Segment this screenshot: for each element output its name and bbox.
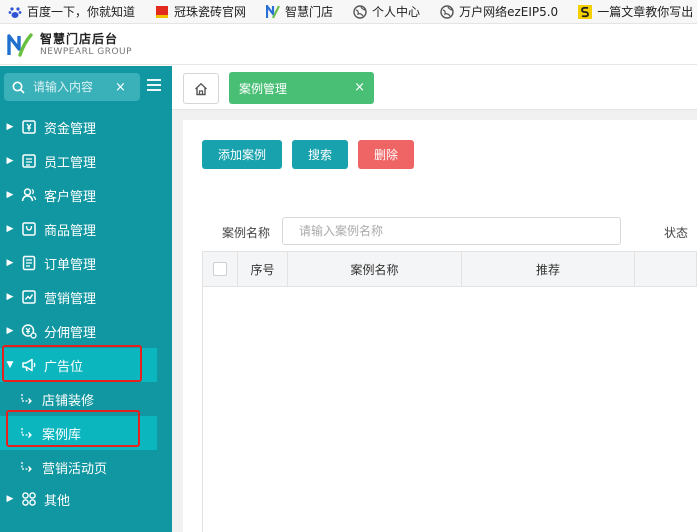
wallet-icon xyxy=(22,120,36,134)
sidebar-subitem-case-library[interactable]: 案例库 xyxy=(0,416,157,450)
home-icon xyxy=(195,82,207,95)
column-header-empty xyxy=(635,252,696,286)
globe-icon xyxy=(440,4,454,19)
bag-icon xyxy=(22,222,36,236)
column-header-index[interactable]: 序号 xyxy=(238,252,288,286)
table-header: 序号 案例名称 推荐 xyxy=(202,251,697,287)
chevron-right-icon: ▶ xyxy=(6,326,14,336)
n-logo-icon xyxy=(266,4,281,18)
sidebar-item-label: 广告位 xyxy=(44,359,84,375)
sidebar-item-funds[interactable]: ▶ 资金管理 xyxy=(0,110,172,144)
search-icon xyxy=(12,81,25,94)
table-body xyxy=(202,287,697,532)
sidebar-item-label: 订单管理 xyxy=(44,257,97,273)
megaphone-icon xyxy=(22,358,36,372)
case-name-label: 案例名称 xyxy=(222,226,271,240)
bookmark-personal-center[interactable]: 个人中心 xyxy=(345,3,420,20)
globe-icon xyxy=(353,4,367,19)
select-all-checkbox[interactable] xyxy=(213,262,227,276)
sidebar-search: × xyxy=(4,73,140,101)
column-header-case-name[interactable]: 案例名称 xyxy=(288,252,462,286)
search-button[interactable]: 搜索 xyxy=(292,140,348,169)
sidebar-item-orders[interactable]: ▶ 订单管理 xyxy=(0,246,172,280)
app-header: 智慧门店后台 NEWPEARL GROUP xyxy=(0,25,697,65)
sidebar-subitem-label: 案例库 xyxy=(42,427,82,443)
case-name-input[interactable] xyxy=(282,217,621,245)
sidebar: × ▶ 资金管理 ▶ 员工管理 ▶ 客户管理 ▶ 商品管理 xyxy=(0,66,172,532)
sidebar-subitem-store-decor[interactable]: 店铺装修 xyxy=(0,382,172,416)
bookmark-guanzhu[interactable]: 冠珠瓷砖官网 xyxy=(147,3,246,20)
status-label: 状态 xyxy=(664,226,689,240)
sidebar-item-label: 营销管理 xyxy=(44,291,97,307)
tab-label: 案例管理 xyxy=(239,81,288,96)
sidebar-item-label: 员工管理 xyxy=(44,155,97,171)
sub-arrow-icon xyxy=(21,428,32,438)
sidebar-item-label: 商品管理 xyxy=(44,223,97,239)
brand-title: 智慧门店后台 xyxy=(40,31,119,46)
sidebar-item-label: 客户管理 xyxy=(44,189,97,205)
search-clear-icon[interactable]: × xyxy=(115,80,126,95)
commission-icon xyxy=(21,324,37,339)
sidebar-subitem-marketing-page[interactable]: 营销活动页 xyxy=(0,450,172,484)
tab-close-icon[interactable]: × xyxy=(354,80,365,95)
chevron-right-icon: ▶ xyxy=(6,494,14,504)
column-header-recommend[interactable]: 推荐 xyxy=(462,252,635,286)
bookmark-article[interactable]: 一篇文章教你写出 xyxy=(570,3,693,20)
customers-icon xyxy=(21,188,37,202)
newpearl-logo-icon xyxy=(7,32,33,57)
sidebar-item-marketing[interactable]: ▶ 营销管理 xyxy=(0,280,172,314)
sidebar-item-products[interactable]: ▶ 商品管理 xyxy=(0,212,172,246)
sidebar-item-label: 分佣管理 xyxy=(44,325,97,341)
bookmarks-bar: 百度一下，你就知道 冠珠瓷砖官网 智慧门店 个人中心 万户网络ezEIP5.0 xyxy=(0,0,697,24)
chart-icon xyxy=(22,290,36,304)
brand: 智慧门店后台 NEWPEARL GROUP xyxy=(40,33,132,57)
tab-bar: 案例管理 × xyxy=(172,66,697,110)
chevron-right-icon: ▶ xyxy=(6,156,14,166)
sidebar-item-label: 其他 xyxy=(44,493,71,509)
content-panel: 添加案例 搜索 删除 案例名称 状态 序号 案例名称 推荐 xyxy=(183,120,697,532)
sidebar-item-label: 资金管理 xyxy=(44,121,97,137)
main-area: 案例管理 × 添加案例 搜索 删除 案例名称 状态 序号 案例名称 推荐 xyxy=(172,66,697,532)
sub-arrow-icon xyxy=(21,462,32,472)
select-all-cell xyxy=(203,252,238,286)
chevron-right-icon: ▶ xyxy=(6,258,14,268)
chevron-right-icon: ▶ xyxy=(6,224,14,234)
bookmark-baidu[interactable]: 百度一下，你就知道 xyxy=(0,3,135,20)
grid-icon xyxy=(22,492,36,506)
s-logo-icon xyxy=(578,4,593,19)
employee-icon xyxy=(22,154,36,168)
chevron-right-icon: ▶ xyxy=(6,122,14,132)
chevron-right-icon: ▶ xyxy=(6,292,14,302)
sub-arrow-icon xyxy=(21,394,32,404)
bookmark-wanhu[interactable]: 万户网络ezEIP5.0 xyxy=(432,3,558,20)
sidebar-search-input[interactable] xyxy=(31,79,109,95)
baidu-paw-icon xyxy=(8,6,22,18)
red-square-icon xyxy=(156,5,169,18)
chevron-down-icon: ▼ xyxy=(6,360,14,370)
add-case-button[interactable]: 添加案例 xyxy=(202,140,282,169)
chevron-right-icon: ▶ xyxy=(6,190,14,200)
menu-toggle-icon[interactable] xyxy=(147,79,161,91)
sidebar-item-commission[interactable]: ▶ 分佣管理 xyxy=(0,314,172,348)
home-button[interactable] xyxy=(183,73,219,104)
sidebar-item-employees[interactable]: ▶ 员工管理 xyxy=(0,144,172,178)
delete-button[interactable]: 删除 xyxy=(358,140,414,169)
sidebar-item-ads[interactable]: ▼ 广告位 xyxy=(0,348,157,382)
sidebar-subitem-label: 营销活动页 xyxy=(42,461,108,477)
sidebar-item-customers[interactable]: ▶ 客户管理 xyxy=(0,178,172,212)
order-icon xyxy=(22,255,36,271)
tab-case-management[interactable]: 案例管理 × xyxy=(229,72,374,104)
brand-subtitle: NEWPEARL GROUP xyxy=(40,46,133,57)
sidebar-subitem-label: 店铺装修 xyxy=(42,393,95,409)
sidebar-item-other[interactable]: ▶ 其他 xyxy=(0,482,172,516)
bookmark-smart-store[interactable]: 智慧门店 xyxy=(258,3,333,20)
